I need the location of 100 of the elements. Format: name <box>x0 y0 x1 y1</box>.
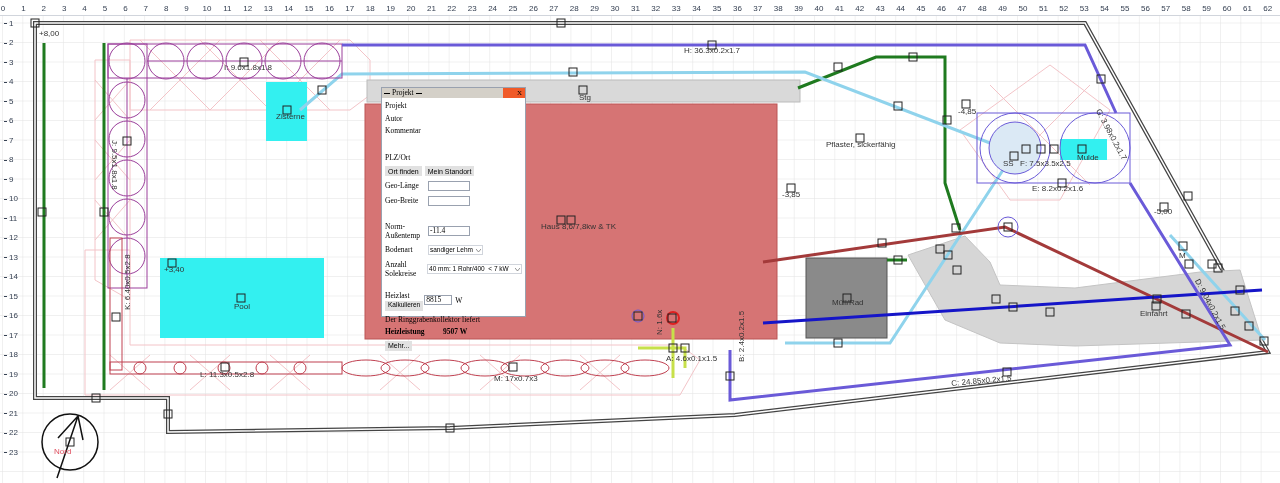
ruler-number: 27 <box>549 5 559 13</box>
ruler-number: 47 <box>957 5 967 13</box>
control-point[interactable] <box>833 338 843 348</box>
control-point[interactable] <box>91 393 101 403</box>
control-point[interactable] <box>65 437 75 447</box>
ruler-number: 22 <box>9 429 18 437</box>
chevron-icon <box>515 267 520 271</box>
control-point[interactable] <box>1057 178 1067 188</box>
control-point[interactable] <box>1008 302 1018 312</box>
control-point[interactable] <box>163 409 173 419</box>
control-point[interactable] <box>1021 144 1031 154</box>
ruler-number: 45 <box>916 5 926 13</box>
ruler-number: 49 <box>998 5 1008 13</box>
plan-label: J: 9.5x1.8x1.8 <box>110 140 118 190</box>
control-point[interactable] <box>1151 301 1161 311</box>
control-point[interactable] <box>317 85 327 95</box>
control-point[interactable] <box>935 244 945 254</box>
control-point[interactable] <box>122 136 132 146</box>
plan-label: -5,00 <box>1154 208 1173 216</box>
ruler-number: 36 <box>732 5 742 13</box>
control-point[interactable] <box>1259 336 1269 346</box>
plan-label: +8,00 <box>39 30 60 38</box>
ruler-number: 5 <box>102 5 108 13</box>
control-point[interactable] <box>961 99 971 109</box>
control-point[interactable] <box>556 18 566 28</box>
control-point[interactable] <box>167 258 177 268</box>
control-point[interactable] <box>568 67 578 77</box>
ruler-number: 1 <box>21 5 26 13</box>
control-point[interactable] <box>833 62 843 72</box>
control-point[interactable] <box>908 52 918 62</box>
ruler-number: 2 <box>9 39 14 47</box>
control-point[interactable] <box>30 18 40 28</box>
ruler-number: 3 <box>61 5 67 13</box>
plan-label: Mulde <box>1077 154 1099 162</box>
control-point[interactable] <box>951 223 961 233</box>
control-point[interactable] <box>1003 222 1013 232</box>
ruler-number: 6 <box>9 117 14 125</box>
control-point[interactable] <box>1009 151 1019 161</box>
plan-label: Pflaster, sickerfähig <box>826 141 896 149</box>
ruler-number: 37 <box>753 5 763 13</box>
plan-label: L: 11.3x0.5x2.8 <box>200 371 255 379</box>
ruler-number: 43 <box>875 5 885 13</box>
control-point[interactable] <box>99 207 109 217</box>
control-point[interactable] <box>943 250 953 260</box>
control-point[interactable] <box>786 183 796 193</box>
ruler-number: 21 <box>9 409 18 418</box>
ruler-number: 19 <box>386 5 396 13</box>
control-point[interactable] <box>1213 263 1223 273</box>
ruler-number: 29 <box>590 5 600 13</box>
control-point[interactable] <box>1235 285 1245 295</box>
control-point[interactable] <box>1184 259 1194 269</box>
plan-label: M: 17x0.7x3 <box>494 375 538 383</box>
control-point[interactable] <box>1036 144 1046 154</box>
plan-label: B: 2.4x0.2x1.5 <box>738 310 746 362</box>
control-point[interactable] <box>1207 259 1217 269</box>
control-point[interactable] <box>445 423 455 433</box>
ruler-number: 44 <box>896 5 906 13</box>
control-point[interactable] <box>893 101 903 111</box>
control-point[interactable] <box>1183 191 1193 201</box>
control-point[interactable] <box>942 115 952 125</box>
control-point[interactable] <box>236 293 246 303</box>
plan-label: C: 24.85x0.2x1.5 <box>951 374 1012 388</box>
ruler-number: 35 <box>712 5 722 13</box>
control-point[interactable] <box>893 255 903 265</box>
control-point[interactable] <box>1077 144 1087 154</box>
control-point[interactable] <box>1152 294 1162 304</box>
ruler-number: 14 <box>284 5 294 13</box>
control-point[interactable] <box>239 57 249 67</box>
control-point[interactable] <box>37 207 47 217</box>
control-point[interactable] <box>1002 367 1012 377</box>
input-field[interactable] <box>428 181 470 191</box>
control-point[interactable] <box>680 343 690 353</box>
plan-label: Einfahrt <box>1140 310 1168 318</box>
control-point[interactable] <box>1181 309 1191 319</box>
ruler-number: 23 <box>9 448 18 457</box>
ruler-number: 62 <box>1263 5 1273 13</box>
ruler-number: 17 <box>345 5 355 13</box>
ruler-number: 22 <box>447 5 457 13</box>
ruler-number: 3 <box>9 58 14 67</box>
control-point[interactable] <box>725 371 735 381</box>
control-point[interactable] <box>1049 144 1059 154</box>
ruler-number: 18 <box>365 5 375 13</box>
control-point[interactable] <box>282 105 292 115</box>
ruler-number: 13 <box>263 5 273 13</box>
control-point[interactable] <box>1096 74 1106 84</box>
control-point[interactable] <box>877 238 887 248</box>
control-point[interactable] <box>508 362 518 372</box>
ruler-number: 32 <box>651 5 661 13</box>
control-point[interactable] <box>111 312 121 322</box>
plan-label: K: 6.40x0.5x2.8 <box>124 254 132 310</box>
input-field[interactable] <box>428 196 470 206</box>
control-point[interactable] <box>707 40 717 50</box>
control-point[interactable] <box>1178 241 1188 251</box>
ruler-number: 11 <box>223 5 232 13</box>
ruler-number: 15 <box>9 292 18 301</box>
ruler-number: 0 <box>0 5 6 13</box>
control-point[interactable] <box>855 133 865 143</box>
plan-label: Zisterne <box>276 113 305 121</box>
north-arrow-drawing <box>41 413 99 479</box>
control-point[interactable] <box>220 362 230 372</box>
